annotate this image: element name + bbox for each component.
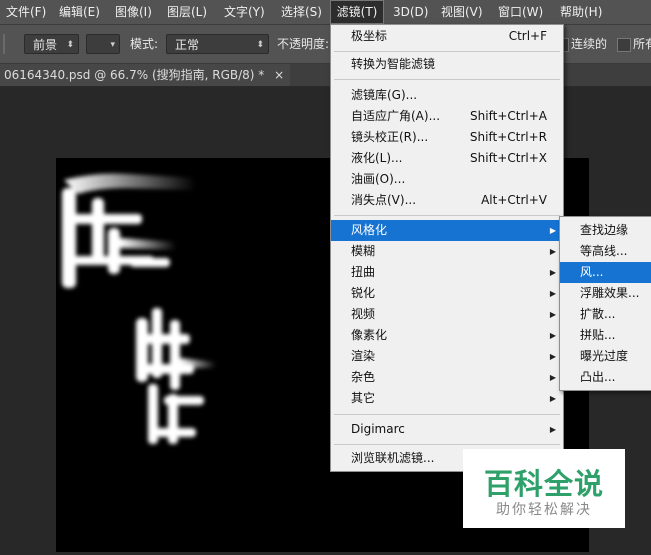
submenu-item-contour[interactable]: 等高线... — [560, 241, 651, 262]
submenu-arrow-icon: ▶ — [549, 310, 556, 319]
submenu-arrow-icon: ▶ — [549, 373, 556, 382]
submenu-arrow-icon: ▶ — [549, 226, 556, 235]
menu-bar: 文件(F) 编辑(E) 图像(I) 图层(L) 文字(Y) 选择(S) 滤镜(T… — [0, 0, 651, 25]
submenu-arrow-icon: ▶ — [549, 352, 556, 361]
menu-item-distort[interactable]: 扭曲 ▶ — [331, 262, 563, 283]
menu-filter[interactable]: 滤镜(T) — [330, 0, 384, 24]
menu-separator — [334, 215, 560, 216]
menu-select[interactable]: 选择(S) — [281, 0, 322, 24]
submenu-item-tiles[interactable]: 拼贴... — [560, 325, 651, 346]
submenu-item-solarize[interactable]: 曝光过度 — [560, 346, 651, 367]
menu-item-liquify[interactable]: 液化(L)... Shift+Ctrl+X — [331, 148, 563, 169]
menu-layer[interactable]: 图层(L) — [167, 0, 207, 24]
menu-item-other[interactable]: 其它 ▶ — [331, 388, 563, 409]
menu-item-convert-smart-filter[interactable]: 转换为智能滤镜 — [331, 54, 563, 75]
menu-3d[interactable]: 3D(D) — [393, 0, 428, 24]
menu-item-digimarc[interactable]: Digimarc ▶ — [331, 419, 563, 440]
menu-item-noise[interactable]: 杂色 ▶ — [331, 367, 563, 388]
mode-select[interactable]: 正常 ⬍ — [166, 34, 269, 54]
menu-item-sharpen[interactable]: 锐化 ▶ — [331, 283, 563, 304]
menu-window[interactable]: 窗口(W) — [498, 0, 543, 24]
document-tab[interactable]: 06164340.psd @ 66.7% (搜狗指南, RGB/8) * × — [0, 64, 291, 86]
menu-view[interactable]: 视图(V) — [441, 0, 483, 24]
chevron-updown-icon: ⬍ — [66, 40, 74, 50]
pattern-picker[interactable]: ▾ — [86, 34, 120, 54]
watermark-subtitle: 助你轻松解决 — [496, 502, 592, 518]
chevron-updown-icon: ⬍ — [256, 40, 264, 50]
mode-value: 正常 — [175, 38, 200, 52]
submenu-arrow-icon: ▶ — [549, 425, 556, 434]
mode-label: 模式: — [130, 37, 159, 51]
menu-type[interactable]: 文字(Y) — [224, 0, 265, 24]
options-grip — [3, 34, 13, 54]
menu-item-adaptive-wide-angle[interactable]: 自适应广角(A)... Shift+Ctrl+A — [331, 106, 563, 127]
submenu-arrow-icon: ▶ — [549, 247, 556, 256]
menu-item-last-filter[interactable]: 极坐标 Ctrl+F — [331, 26, 563, 47]
submenu-item-emboss[interactable]: 浮雕效果... — [560, 283, 651, 304]
submenu-item-wind[interactable]: 风... — [560, 262, 651, 283]
submenu-arrow-icon: ▶ — [549, 289, 556, 298]
contiguous-label: 连续的 — [571, 37, 608, 51]
stylize-submenu: 查找边缘 等高线... 风... 浮雕效果... 扩散... 拼贴... 曝光过… — [559, 216, 651, 391]
submenu-item-extrude[interactable]: 凸出... — [560, 367, 651, 388]
menu-edit[interactable]: 编辑(E) — [59, 0, 100, 24]
menu-separator — [334, 79, 560, 80]
watermark-logo: 百科全说 助你轻松解决 — [463, 449, 625, 528]
menu-item-filter-gallery[interactable]: 滤镜库(G)... — [331, 85, 563, 106]
menu-image[interactable]: 图像(I) — [115, 0, 152, 24]
menu-help[interactable]: 帮助(H) — [560, 0, 602, 24]
submenu-item-diffuse[interactable]: 扩散... — [560, 304, 651, 325]
filter-menu: 极坐标 Ctrl+F 转换为智能滤镜 滤镜库(G)... 自适应广角(A)... S… — [330, 24, 564, 472]
watermark-title: 百科全说 — [483, 467, 604, 501]
all-layers-checkbox[interactable] — [617, 38, 631, 52]
fill-source-select[interactable]: 前景 ⬍ — [24, 34, 79, 54]
menu-item-vanishing-point[interactable]: 消失点(V)... Alt+Ctrl+V — [331, 190, 563, 211]
menu-item-video[interactable]: 视频 ▶ — [331, 304, 563, 325]
menu-item-lens-correction[interactable]: 镜头校正(R)... Shift+Ctrl+R — [331, 127, 563, 148]
submenu-item-find-edges[interactable]: 查找边缘 — [560, 220, 651, 241]
menu-item-pixelate[interactable]: 像素化 ▶ — [331, 325, 563, 346]
menu-separator — [334, 444, 560, 445]
close-icon[interactable]: × — [274, 68, 284, 82]
submenu-arrow-icon: ▶ — [549, 331, 556, 340]
menu-separator — [334, 414, 560, 415]
document-tab-title: 06164340.psd @ 66.7% (搜狗指南, RGB/8) * — [4, 68, 265, 82]
opacity-label: 不透明度: — [277, 37, 330, 51]
submenu-arrow-icon: ▶ — [549, 394, 556, 403]
menu-item-stylize[interactable]: 风格化 ▶ — [331, 220, 563, 241]
menu-separator — [334, 51, 560, 52]
all-layers-label: 所有 — [633, 37, 651, 51]
menu-item-oil-paint[interactable]: 油画(O)... — [331, 169, 563, 190]
fill-source-value: 前景 — [33, 38, 58, 52]
menu-item-render[interactable]: 渲染 ▶ — [331, 346, 563, 367]
menu-item-blur[interactable]: 模糊 ▶ — [331, 241, 563, 262]
menu-file[interactable]: 文件(F) — [6, 0, 46, 24]
submenu-arrow-icon: ▶ — [549, 268, 556, 277]
chevron-down-icon: ▾ — [110, 40, 115, 50]
